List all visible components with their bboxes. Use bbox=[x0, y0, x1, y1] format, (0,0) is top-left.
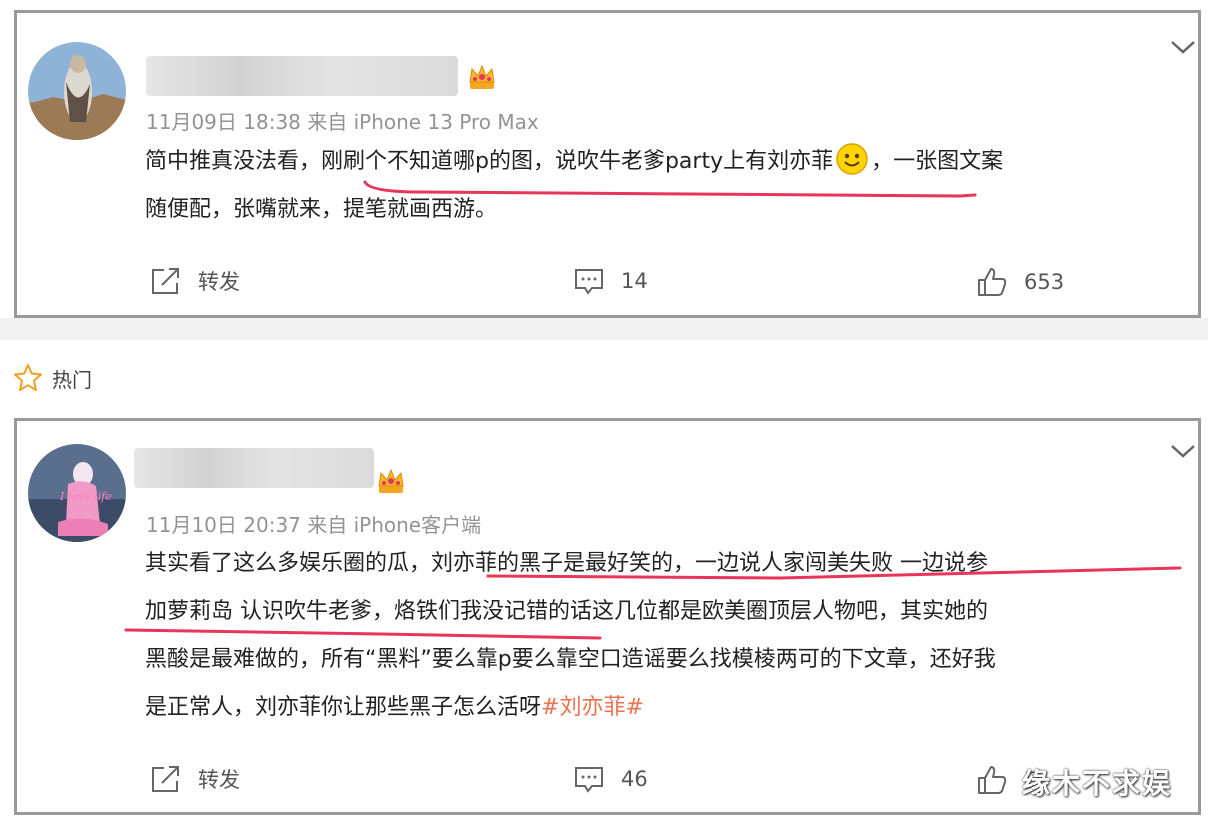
comment-button[interactable]: 46 bbox=[573, 764, 648, 794]
chevron-down-icon[interactable] bbox=[1170, 442, 1196, 460]
comment-icon bbox=[575, 269, 603, 295]
comment-button[interactable]: 14 bbox=[573, 266, 648, 296]
post-meta: 11月10日 20:37 来自 iPhone客户端 bbox=[146, 513, 482, 537]
star-icon bbox=[14, 364, 42, 391]
comment-text-line: 黑酸是最难做的，所有“黑料”要么靠p要么靠空口造谣要么找模棱两可的下文章，还好我 bbox=[145, 647, 996, 672]
like-button[interactable]: 653 bbox=[976, 266, 1064, 298]
crown-icon bbox=[469, 64, 495, 89]
smile-emoji-icon bbox=[836, 143, 868, 175]
username-blurred[interactable] bbox=[134, 448, 374, 488]
avatar[interactable] bbox=[28, 42, 126, 140]
repost-icon bbox=[152, 268, 179, 294]
comment-text-line: 简中推真没法看，刚刷个不知道哪p的图，说吹牛老爹party上有刘亦菲 ，一张图文案 bbox=[145, 138, 1003, 186]
hashtag-link[interactable]: #刘亦菲# bbox=[541, 695, 644, 720]
hot-section-label[interactable]: 热门 bbox=[12, 362, 92, 394]
comment-text-line: 随便配，张嘴就来，提笔就画西游。 bbox=[145, 197, 498, 222]
comment-text-line: 其实看了这么多娱乐圈的瓜，刘亦菲的黑子是最好笑的，一边说人家闯美失败 一边说参 bbox=[145, 551, 988, 576]
like-icon bbox=[978, 268, 1007, 296]
repost-button[interactable]: 转发 bbox=[150, 266, 240, 296]
comment-text-line: 加萝莉岛 认识吹牛老爹，烙铁们我没记错的话这几位都是欧美圈顶层人物吧，其实她的 bbox=[145, 599, 988, 624]
comment-text-line: 是正常人，刘亦菲你让那些黑子怎么活呀#刘亦菲# bbox=[145, 695, 644, 720]
svg-text:I love life: I love life bbox=[59, 490, 112, 503]
like-icon bbox=[978, 766, 1007, 794]
avatar[interactable]: I love life bbox=[28, 444, 126, 542]
repost-button[interactable]: 转发 bbox=[150, 764, 240, 794]
username-blurred[interactable] bbox=[146, 56, 458, 96]
post-meta: 11月09日 18:38 来自 iPhone 13 Pro Max bbox=[146, 110, 539, 134]
section-divider bbox=[0, 318, 1208, 340]
comment-icon bbox=[575, 767, 603, 793]
chevron-down-icon[interactable] bbox=[1170, 38, 1196, 56]
crown-icon bbox=[378, 468, 404, 493]
watermark: 缘木不求娱 bbox=[1022, 767, 1173, 800]
repost-icon bbox=[152, 766, 179, 792]
